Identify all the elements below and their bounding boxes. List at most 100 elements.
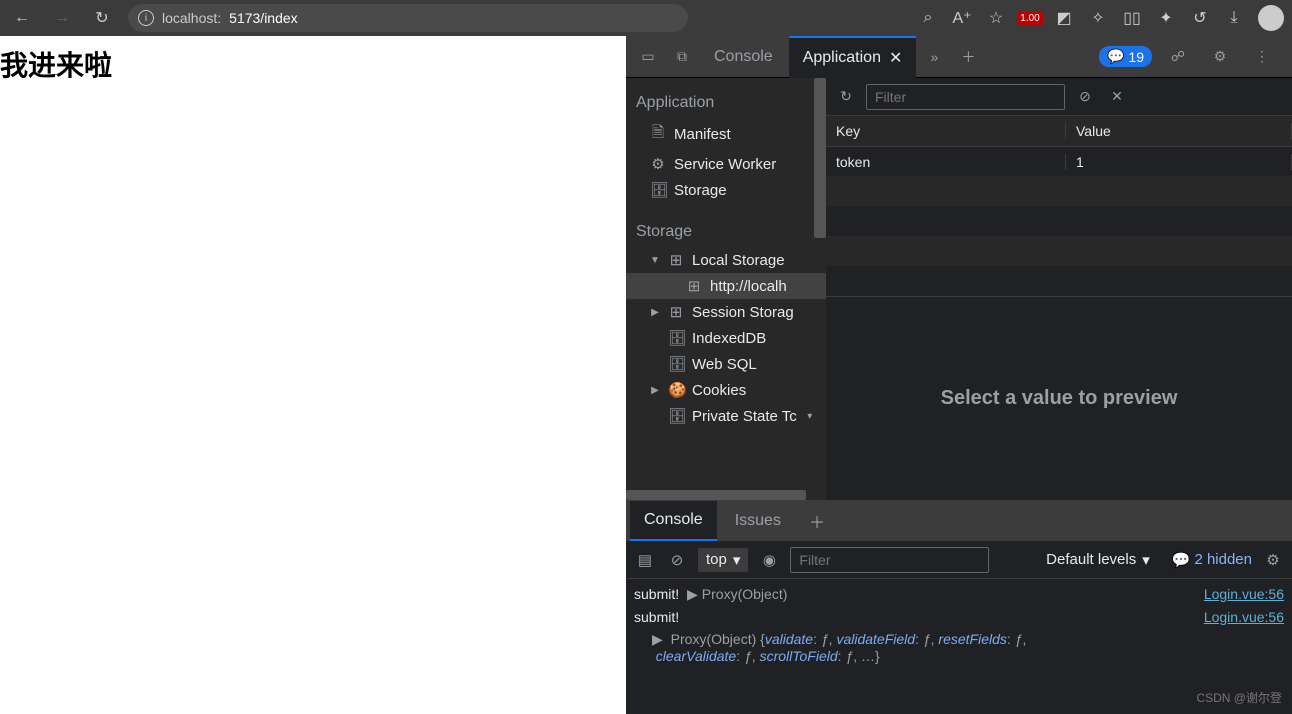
history-icon[interactable]: ↺ — [1190, 8, 1210, 28]
sidebar-hscrollbar[interactable] — [626, 490, 806, 500]
cookie-icon: 🍪 — [668, 381, 684, 399]
sidebar-item-private-state[interactable]: 🗄Private State Tc▾ — [626, 403, 826, 429]
drawer-tabbar: Console Issues ＋ — [626, 501, 1292, 541]
chevron-right-icon: ▶ — [650, 385, 660, 396]
console-toolbar: ▤ ⊘ top▾ ◉ Default levels▾ 💬2 hidden ⚙ — [626, 541, 1292, 579]
clear-icon[interactable]: ⊘ — [1073, 88, 1097, 105]
address-bar[interactable]: i localhost: 5173/index — [128, 4, 688, 32]
forward-button: → — [48, 4, 76, 32]
chevron-down-icon: ▼ — [650, 255, 660, 266]
gear-icon: ⚙ — [650, 155, 666, 173]
drawer-tab-issues[interactable]: Issues — [721, 501, 795, 541]
favorite-icon[interactable]: ☆ — [986, 8, 1006, 28]
read-aloud-icon[interactable]: A⁺ — [952, 8, 972, 28]
sidebar-item-local-storage[interactable]: ▼⊞Local Storage — [626, 247, 826, 273]
browser-actions: ⌕ A⁺ ☆ 1.00 ◩ ✧ ▯▯ ✦ ↺ ⤓ — [918, 5, 1284, 31]
log-entry[interactable]: ▶ Proxy(Object) {validate: ƒ, validateFi… — [634, 628, 1284, 667]
drawer-add-tab-icon[interactable]: ＋ — [799, 501, 835, 541]
table-row-empty[interactable] — [826, 266, 1292, 296]
sidebar-toggle-icon[interactable]: ▤ — [634, 551, 656, 569]
storage-table: Key Value token 1 — [826, 116, 1292, 297]
ext-badge-icon[interactable]: 1.00 — [1020, 8, 1040, 28]
cell-value: 1 — [1066, 154, 1292, 170]
refresh-icon[interactable]: ↻ — [834, 88, 858, 105]
sidebar-item-local-storage-origin[interactable]: ⊞http://localh — [626, 273, 826, 299]
more-tabs-icon[interactable]: » — [918, 41, 950, 73]
ext2-icon[interactable]: ◩ — [1054, 8, 1074, 28]
grid-icon: ⊞ — [668, 303, 684, 321]
browser-toolbar: ← → ↻ i localhost: 5173/index ⌕ A⁺ ☆ 1.00… — [0, 0, 1292, 36]
expand-arrow-icon[interactable]: ▶ — [652, 631, 663, 647]
console-filter-input[interactable] — [790, 547, 989, 573]
tab-console[interactable]: Console — [700, 36, 787, 78]
database-icon: 🗄 — [668, 355, 684, 373]
inspect-icon[interactable]: ▭ — [632, 41, 664, 73]
kebab-icon[interactable]: ⋮ — [1246, 41, 1278, 73]
sidebar-item-manifest[interactable]: 🗎Manifest — [626, 118, 826, 151]
database-icon: 🗄 — [650, 181, 666, 199]
preview-placeholder: Select a value to preview — [826, 297, 1292, 500]
col-key[interactable]: Key — [826, 123, 1066, 139]
log-entry[interactable]: submit! ▶Proxy(Object) Login.vue:56 — [634, 583, 1284, 606]
delete-icon[interactable]: ✕ — [1105, 88, 1129, 105]
add-tab-icon[interactable]: ＋ — [952, 41, 984, 73]
clear-console-icon[interactable]: ⊘ — [666, 551, 688, 569]
source-link[interactable]: Login.vue:56 — [1204, 586, 1284, 603]
sidebar-item-storage-overview[interactable]: 🗄Storage — [626, 177, 826, 203]
sidebar-vscrollbar[interactable] — [814, 78, 826, 238]
split-icon[interactable]: ▯▯ — [1122, 8, 1142, 28]
drawer-tab-console[interactable]: Console — [630, 501, 717, 541]
chevron-down-icon: ▾ — [733, 551, 741, 569]
network-conditions-icon[interactable]: ☍ — [1162, 41, 1194, 73]
downloads-icon[interactable]: ⤓ — [1224, 8, 1244, 28]
hidden-messages[interactable]: 💬2 hidden — [1172, 551, 1252, 569]
database-icon: 🗄 — [668, 329, 684, 347]
log-entry[interactable]: submit! Login.vue:56 — [634, 606, 1284, 628]
live-expression-icon[interactable]: ◉ — [758, 551, 780, 569]
tab-application[interactable]: Application ✕ — [789, 36, 917, 78]
table-row-empty[interactable] — [826, 206, 1292, 236]
table-row-empty[interactable] — [826, 236, 1292, 266]
collections-icon[interactable]: ✦ — [1156, 8, 1176, 28]
sidebar-item-session-storage[interactable]: ▶⊞Session Storag — [626, 299, 826, 325]
table-row[interactable]: token 1 — [826, 146, 1292, 176]
extensions-icon[interactable]: ✧ — [1088, 8, 1108, 28]
section-storage: Storage — [626, 217, 826, 247]
url-path: 5173/index — [229, 10, 298, 26]
console-output: submit! ▶Proxy(Object) Login.vue:56 subm… — [626, 579, 1292, 714]
console-drawer: Console Issues ＋ ▤ ⊘ top▾ ◉ Default leve… — [626, 500, 1292, 714]
section-application: Application — [626, 88, 826, 118]
col-value[interactable]: Value — [1066, 123, 1292, 139]
log-levels-selector[interactable]: Default levels▾ — [1046, 551, 1150, 569]
refresh-button[interactable]: ↻ — [88, 4, 116, 32]
expand-arrow-icon[interactable]: ▶ — [687, 586, 698, 602]
back-button[interactable]: ← — [8, 4, 36, 32]
site-info-icon[interactable]: i — [138, 10, 154, 26]
url-host: localhost: — [162, 10, 221, 26]
devtools-panel: ▭ ⧉ Console Application ✕ » ＋ 💬19 ☍ ⚙ ⋮ … — [626, 36, 1292, 714]
profile-avatar[interactable] — [1258, 5, 1284, 31]
source-link[interactable]: Login.vue:56 — [1204, 609, 1284, 625]
database-icon: 🗄 — [668, 407, 684, 425]
grid-icon: ⊞ — [668, 251, 684, 269]
key-icon[interactable]: ⌕ — [918, 8, 938, 28]
sidebar-item-cookies[interactable]: ▶🍪Cookies — [626, 377, 826, 403]
sidebar-item-service-worker[interactable]: ⚙Service Worker — [626, 151, 826, 177]
sidebar-item-websql[interactable]: 🗄Web SQL — [626, 351, 826, 377]
device-toggle-icon[interactable]: ⧉ — [666, 41, 698, 73]
sidebar-item-indexeddb[interactable]: 🗄IndexedDB — [626, 325, 826, 351]
storage-panel: ↻ ⊘ ✕ Key Value token 1 — [826, 78, 1292, 500]
application-sidebar: Application 🗎Manifest ⚙Service Worker 🗄S… — [626, 78, 826, 500]
close-icon[interactable]: ✕ — [889, 48, 902, 68]
settings-icon[interactable]: ⚙ — [1262, 551, 1284, 569]
grid-icon: ⊞ — [686, 277, 702, 295]
chevron-down-icon: ▾ — [805, 411, 815, 422]
context-selector[interactable]: top▾ — [698, 548, 748, 572]
storage-toolbar: ↻ ⊘ ✕ — [826, 78, 1292, 116]
devtools-tabbar: ▭ ⧉ Console Application ✕ » ＋ 💬19 ☍ ⚙ ⋮ — [626, 36, 1292, 78]
settings-icon[interactable]: ⚙ — [1204, 41, 1236, 73]
table-row-empty[interactable] — [826, 176, 1292, 206]
storage-filter-input[interactable] — [866, 84, 1065, 110]
page-heading: 我进来啦 — [0, 44, 626, 84]
issues-badge[interactable]: 💬19 — [1099, 46, 1152, 67]
